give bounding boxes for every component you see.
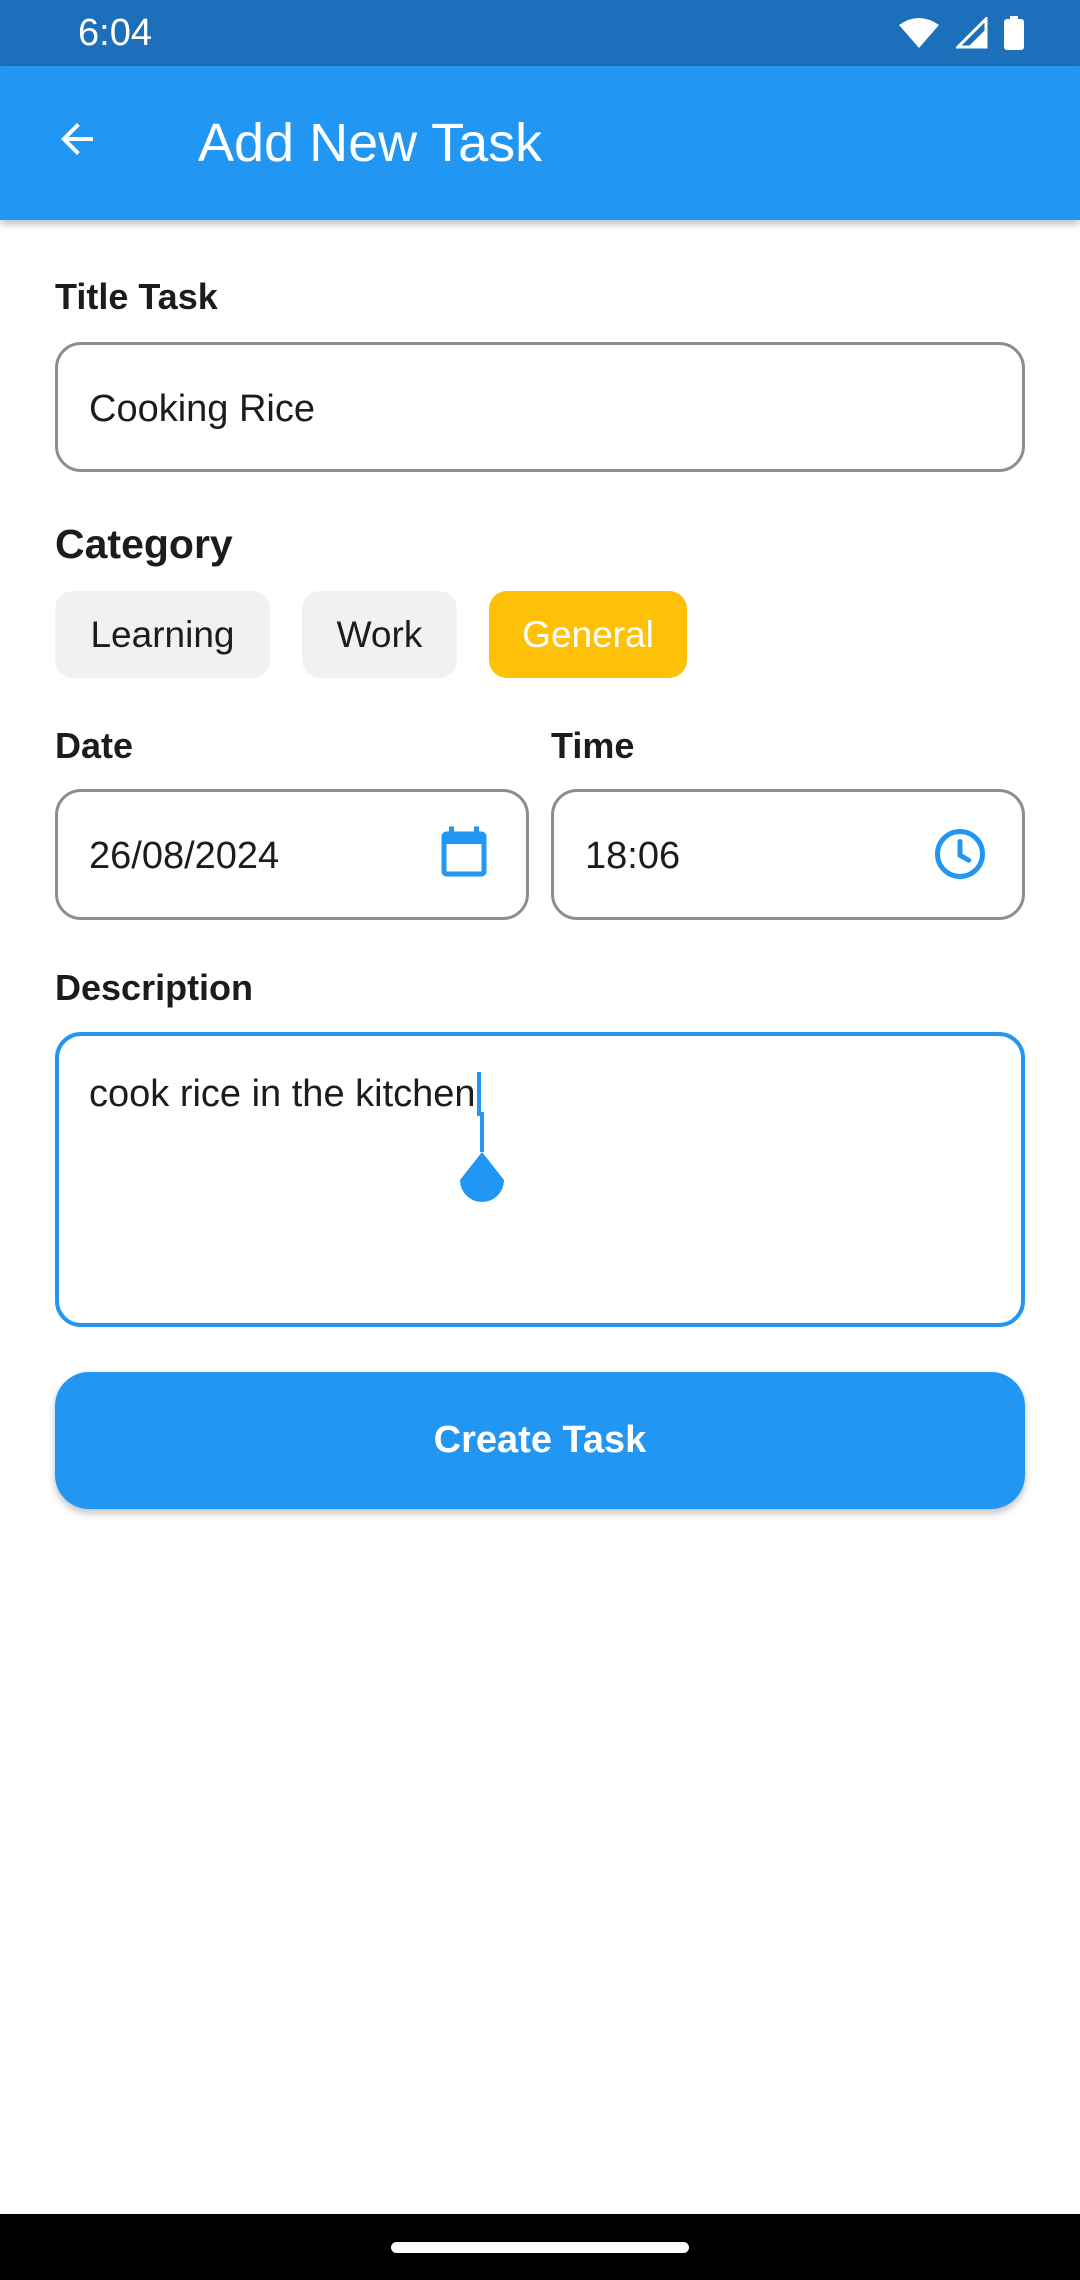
description-text: cook rice in the kitchen xyxy=(89,1072,481,1116)
date-picker-button[interactable] xyxy=(434,824,494,884)
date-label: Date xyxy=(55,725,134,766)
description-value: cook rice in the kitchen xyxy=(89,1073,476,1115)
title-input[interactable]: Cooking Rice xyxy=(55,342,1025,472)
time-field[interactable]: 18:06 xyxy=(551,789,1025,920)
category-chip-general[interactable]: General xyxy=(489,591,687,678)
arrow-back-icon xyxy=(61,123,93,155)
category-chip-work[interactable]: Work xyxy=(302,591,457,678)
status-icons xyxy=(898,16,1024,50)
time-label: Time xyxy=(551,725,635,766)
signal-icon xyxy=(956,17,988,49)
navigation-bar xyxy=(0,2214,1080,2280)
status-time: 6:04 xyxy=(78,12,152,54)
status-bar: 6:04 xyxy=(0,0,1080,66)
category-chip-learning[interactable]: Learning xyxy=(55,591,270,678)
date-field-value: 26/08/2024 xyxy=(89,835,280,877)
clock-icon xyxy=(935,829,985,879)
description-textarea[interactable]: cook rice in the kitchen xyxy=(55,1032,1025,1327)
create-task-button[interactable]: Create Task xyxy=(55,1372,1025,1509)
time-field-value: 18:06 xyxy=(585,835,681,877)
app-bar: Add New Task xyxy=(0,66,1080,220)
date-field[interactable]: 26/08/2024 xyxy=(55,789,529,920)
wifi-icon xyxy=(899,18,939,48)
title-input-value: Cooking Rice xyxy=(89,388,315,430)
description-label: Description xyxy=(55,967,254,1008)
calendar-icon xyxy=(441,826,487,877)
back-button[interactable] xyxy=(40,102,114,176)
cursor-handle-icon[interactable] xyxy=(451,1112,513,1222)
home-handle[interactable] xyxy=(391,2242,689,2253)
time-picker-button[interactable] xyxy=(930,824,990,884)
text-caret xyxy=(476,1072,481,1116)
page-title: Add New Task xyxy=(198,113,543,173)
title-task-label: Title Task xyxy=(55,276,218,317)
category-label: Category xyxy=(55,521,233,567)
battery-icon xyxy=(1004,16,1024,50)
